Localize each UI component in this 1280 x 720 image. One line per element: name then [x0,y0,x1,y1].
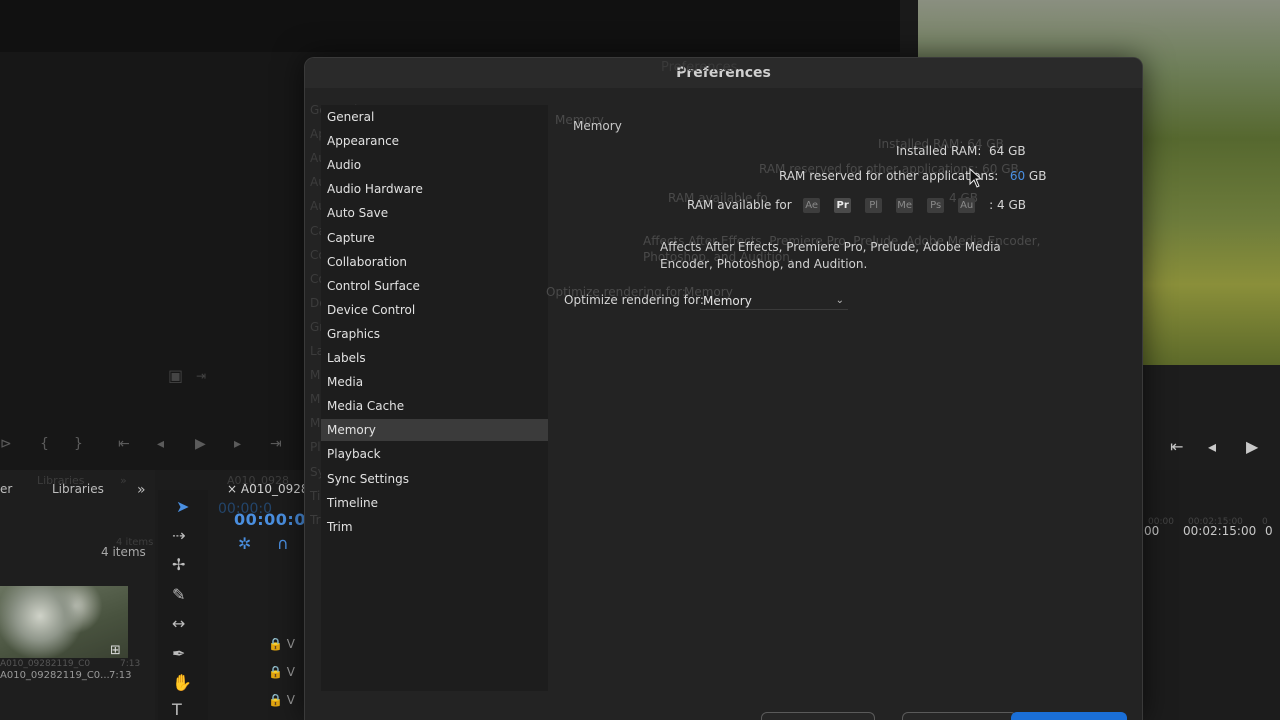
category-audio-hardware[interactable]: Audio Hardware [321,178,548,200]
category-playback[interactable]: Playback [321,443,548,465]
clip-thumbnail[interactable] [0,586,128,658]
type-tool-icon[interactable]: T [172,700,182,719]
category-appearance[interactable]: Appearance [321,130,548,152]
track-v3: V [286,637,295,651]
optimize-label: Optimize rendering for: [564,293,704,307]
ruler-time: 00:02:15:00 [1183,524,1257,538]
program-go-to-in-icon[interactable]: ⇤ [1170,437,1183,456]
category-trim[interactable]: Trim [321,516,548,538]
app-badge-pl: Pl [865,198,883,213]
razor-tool-icon[interactable]: ✎ [172,585,185,604]
installed-ram-label: Installed RAM: [896,144,982,158]
libraries-tab-ghost: Libraries [37,474,85,487]
ok-button[interactable] [1011,712,1127,720]
selection-tool-icon[interactable]: ➤ [176,497,189,516]
installed-ram-row: Installed RAM: 64 GB [896,144,1026,158]
ruler-time: 0 [1265,524,1273,538]
category-audio[interactable]: Audio [321,154,548,176]
reserved-ram-label: RAM reserved for other applications: [779,169,999,183]
category-media-cache[interactable]: Media Cache [321,395,548,417]
project-tab[interactable]: er [0,482,12,496]
ram-available-value: : 4 GB [989,198,1027,212]
category-control-surface[interactable]: Control Surface [321,275,548,297]
step-forward-icon[interactable]: ▸ [234,436,241,452]
dialog-title-ghost: Preferences [661,60,738,75]
reserved-ram-unit: GB [1028,169,1047,183]
reserved-ram-row: RAM reserved for other applications: 60 … [779,169,1046,183]
ram-available-row: RAM available for Ae Pr Pl Me Ps Au : 4 GB [687,198,1026,213]
app-badge-ae: Ae [803,198,821,213]
source-transport-controls: ⊳ { } ⇤ ◂ ▶ ▸ ⇥ [0,430,300,460]
go-to-in-icon[interactable]: ⇤ [118,436,130,452]
pen-tool-icon[interactable]: ✒ [172,644,185,663]
app-badge-au: Au [958,198,976,213]
track-v1: V [286,693,295,707]
panel-overflow-ghost-icon: » [120,474,127,487]
category-general[interactable]: General [321,106,548,128]
program-step-back-icon[interactable]: ◂ [1208,437,1216,456]
item-count: 4 items [101,545,146,559]
category-labels[interactable]: Labels [321,347,548,369]
category-auto-save[interactable]: Auto Save [321,202,548,224]
sequence-badge-icon: ⊞ [110,643,121,658]
help-button[interactable] [761,712,875,720]
export-frame-icon[interactable]: ▣ [168,366,183,385]
category-memory[interactable]: Memory [321,419,548,442]
preferences-dialog: Preferences Preferences GeneralAppearanc… [304,57,1143,720]
reserved-ram-value[interactable]: 60 [1010,169,1025,183]
mark-in-icon[interactable]: ⊳ [0,436,12,452]
chevron-down-icon: ⌄ [835,295,844,306]
mark-in-bracket-icon[interactable]: { [40,436,49,452]
program-play-icon[interactable]: ▶ [1246,437,1258,456]
go-to-out-icon[interactable]: ⇥ [270,436,282,452]
app-badges: Ae Pr Pl Me Ps Au [803,198,989,213]
cancel-button[interactable] [902,712,1017,720]
sequence-tab[interactable]: × A010_0928 [227,482,309,496]
installed-ram-value: 64 GB [989,144,1026,158]
nest-icon[interactable]: ✲ [238,534,251,553]
memory-heading: Memory [573,119,622,133]
category-sync-settings[interactable]: Sync Settings [321,468,548,490]
mark-out-bracket-icon[interactable]: } [74,436,83,452]
app-badge-ps: Ps [927,198,945,213]
optimize-rendering-select[interactable]: Memory ⌄ [700,292,848,310]
clip-duration: 7:13 [109,670,132,681]
add-marker-icon[interactable]: ⇥ [196,369,206,383]
category-capture[interactable]: Capture [321,227,548,249]
track-select-tool-icon[interactable]: ⇢ [172,526,185,545]
sequence-tab-label: A010_0928 [240,482,309,496]
hand-tool-icon[interactable]: ✋ [172,673,192,692]
clip-name-ghost: A010_09282119_C0 [0,659,91,669]
top-bar [0,0,900,52]
category-media[interactable]: Media [321,371,548,393]
track-v2: V [286,665,295,679]
category-device-control[interactable]: Device Control [321,299,548,321]
mouse-cursor-icon [969,168,983,188]
ripple-edit-tool-icon[interactable]: ✢ [172,555,185,574]
play-icon[interactable]: ▶ [195,436,206,452]
optimize-rendering-value: Memory [703,294,752,308]
memory-note: Affects After Effects, Premiere Pro, Pre… [660,240,1001,271]
app-badge-pr: Pr [834,198,852,213]
app-badge-me: Me [896,198,914,213]
category-collaboration[interactable]: Collaboration [321,251,548,273]
clip-duration-ghost: 7:13 [120,659,141,669]
step-back-icon[interactable]: ◂ [157,436,164,452]
panel-overflow-icon[interactable]: » [137,482,146,498]
snap-icon[interactable]: ∩ [277,534,289,553]
category-timeline[interactable]: Timeline [321,492,548,514]
ram-available-label: RAM available for [687,198,792,212]
slip-tool-icon[interactable]: ↔ [172,614,185,633]
category-graphics[interactable]: Graphics [321,323,548,345]
